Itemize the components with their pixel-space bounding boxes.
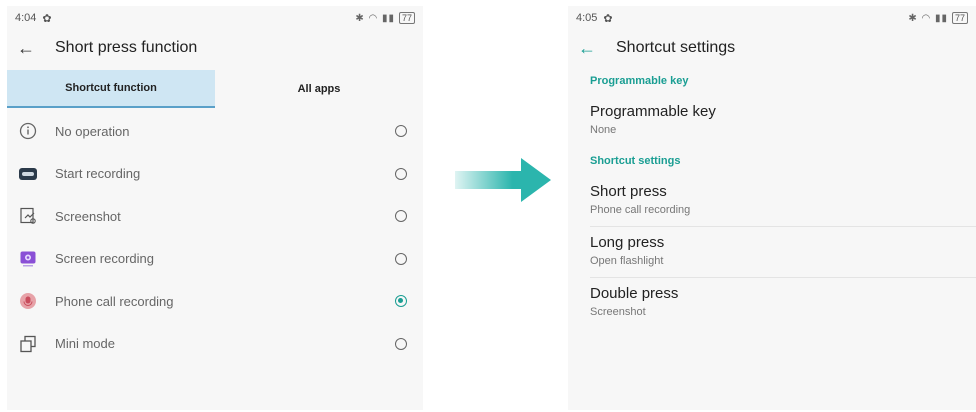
app-bar: ← Shortcut settings: [568, 30, 976, 66]
radio-button[interactable]: [395, 337, 407, 350]
back-arrow-icon[interactable]: ←: [578, 38, 616, 59]
radio-button-selected[interactable]: [395, 295, 407, 308]
option-label: Phone call recording: [55, 293, 174, 309]
app-bar: ← Short press function: [7, 30, 423, 66]
section-shortcut-settings-cont2: Double press Screenshot: [568, 278, 976, 328]
function-list: No operation Start recording Screenshot …: [7, 110, 423, 365]
settings-gear-icon: ✿: [42, 12, 52, 25]
setting-value: Screenshot: [590, 306, 646, 318]
screen-recording-icon: [17, 248, 39, 270]
tab-all-apps[interactable]: All apps: [215, 70, 423, 108]
option-start-recording[interactable]: Start recording: [7, 153, 423, 196]
setting-double-press[interactable]: Double press Screenshot: [590, 278, 954, 328]
radio-button[interactable]: [395, 210, 407, 223]
option-label: No operation: [55, 123, 130, 139]
setting-title: Double press: [590, 285, 679, 302]
option-phone-call-recording[interactable]: Phone call recording: [7, 280, 423, 323]
screenshot-icon: [17, 205, 39, 227]
section-shortcut-settings-cont: Long press Open flashlight: [568, 227, 976, 277]
page-title: Short press function: [55, 39, 198, 56]
settings-gear-icon: ✿: [603, 12, 613, 25]
option-mini-mode[interactable]: Mini mode: [7, 323, 423, 366]
battery-icon: 77: [951, 12, 968, 24]
radio-button[interactable]: [395, 167, 407, 180]
section-shortcut-settings: Shortcut settings Short press Phone call…: [568, 146, 976, 226]
section-header: Shortcut settings: [590, 155, 681, 167]
status-bar: 4:05 ✿ ✱ ◠ ▮▮ 77: [568, 6, 976, 30]
mini-mode-icon: [17, 333, 39, 355]
back-arrow-icon[interactable]: ←: [17, 38, 55, 59]
option-label: Screen recording: [55, 251, 154, 267]
setting-title: Short press: [590, 183, 667, 200]
battery-icon: 77: [398, 12, 415, 24]
signal-icons: ✱ ◠ ▮▮: [355, 12, 395, 24]
section-header: Programmable key: [590, 75, 689, 87]
option-label: Mini mode: [55, 336, 115, 352]
setting-value: None: [590, 124, 617, 136]
setting-value: Open flashlight: [590, 255, 664, 267]
right-phone-screen: 4:05 ✿ ✱ ◠ ▮▮ 77 ← Shortcut settings Pro…: [568, 6, 976, 410]
radio-button[interactable]: [395, 125, 407, 138]
status-time: 4:05: [576, 12, 598, 24]
option-label: Screenshot: [55, 208, 121, 224]
setting-programmable-key[interactable]: Programmable key None: [590, 96, 954, 146]
status-time: 4:04: [15, 12, 37, 24]
option-screen-recording[interactable]: Screen recording: [7, 238, 423, 281]
option-label: Start recording: [55, 166, 141, 182]
tab-shortcut-function[interactable]: Shortcut function: [7, 70, 215, 108]
tab-bar: Shortcut function All apps: [7, 70, 423, 108]
setting-long-press[interactable]: Long press Open flashlight: [590, 227, 954, 277]
setting-value: Phone call recording: [590, 204, 691, 216]
call-recording-icon: [17, 290, 39, 312]
right-arrow-icon: [455, 158, 551, 202]
page-title: Shortcut settings: [616, 39, 736, 56]
signal-icons: ✱ ◠ ▮▮: [908, 12, 948, 24]
section-programmable-key: Programmable key Programmable key None: [568, 66, 976, 146]
option-screenshot[interactable]: Screenshot: [7, 195, 423, 238]
left-phone-screen: 4:04 ✿ ✱ ◠ ▮▮ 77 ← Short press function …: [7, 6, 423, 410]
recorder-icon: [17, 163, 39, 185]
setting-short-press[interactable]: Short press Phone call recording: [590, 176, 954, 226]
radio-button[interactable]: [395, 252, 407, 265]
status-bar: 4:04 ✿ ✱ ◠ ▮▮ 77: [7, 6, 423, 30]
option-no-operation[interactable]: No operation: [7, 110, 423, 153]
info-icon: [17, 120, 39, 142]
setting-title: Long press: [590, 234, 665, 251]
setting-title: Programmable key: [590, 103, 716, 120]
